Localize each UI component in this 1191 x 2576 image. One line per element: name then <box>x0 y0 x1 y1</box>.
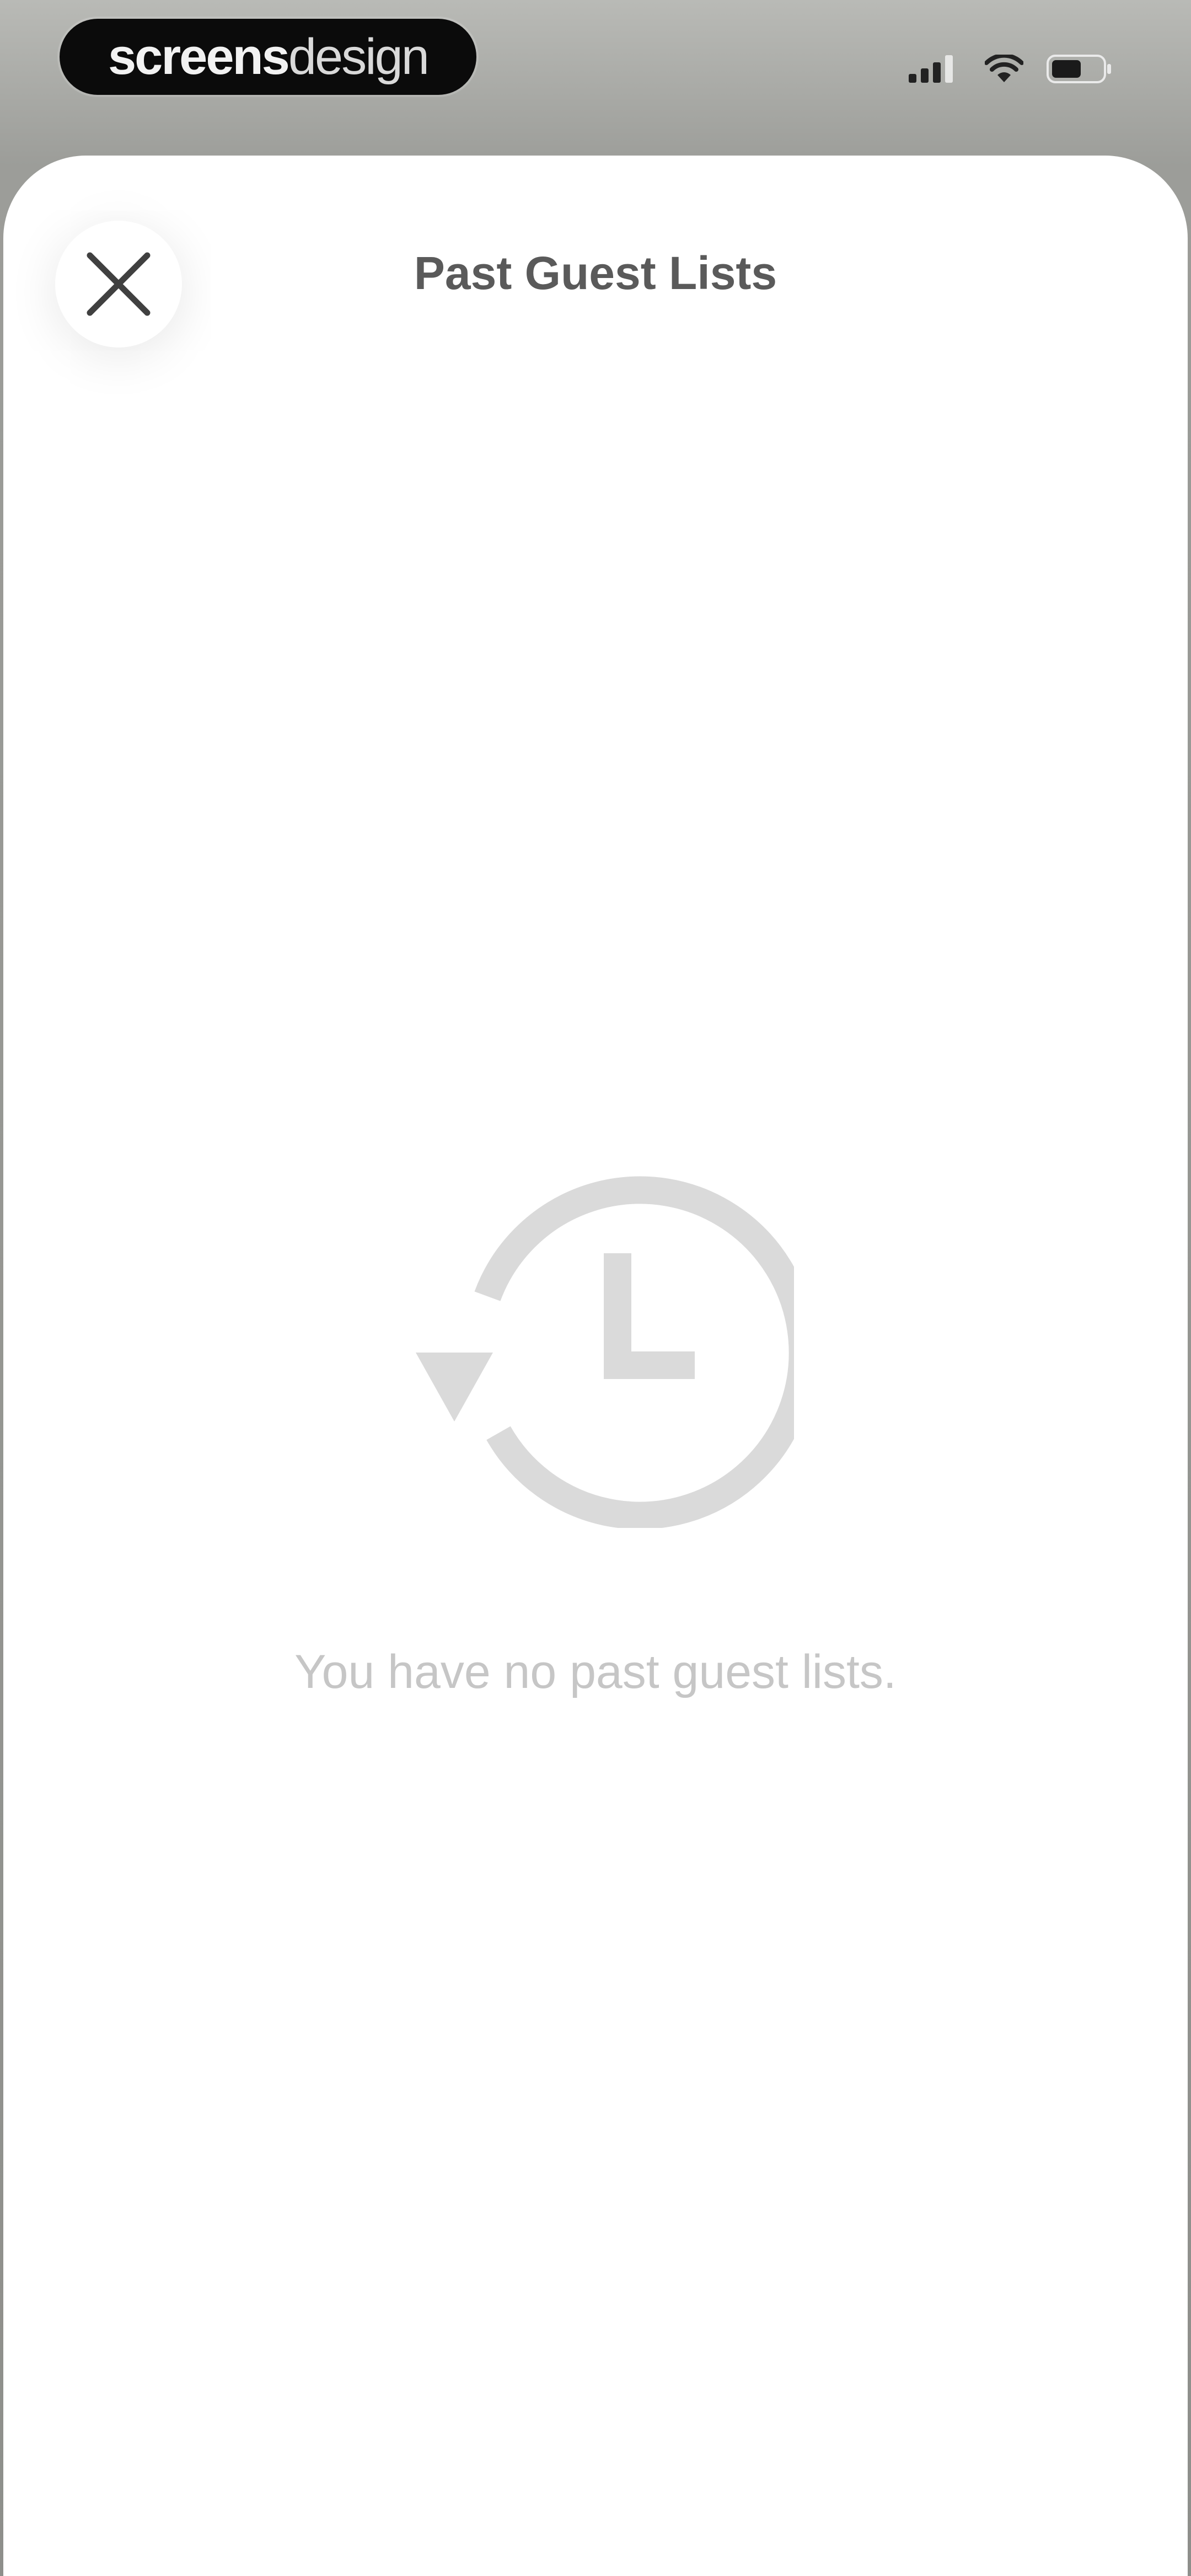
cellular-signal-icon <box>909 55 953 83</box>
status-icons <box>909 50 1114 88</box>
status-bar: screensdesign <box>0 0 1191 138</box>
brand-logo-light: design <box>288 29 430 85</box>
battery-icon <box>1047 55 1111 83</box>
brand-logo: screensdesign <box>108 29 430 85</box>
wifi-icon <box>985 55 1023 82</box>
history-clock-icon <box>416 1176 794 1528</box>
empty-state-message: You have no past guest lists. <box>294 1645 897 1698</box>
empty-state: You have no past guest lists. <box>0 1175 1191 1701</box>
brand-logo-strong: screens <box>108 29 290 85</box>
brand-badge: screensdesign <box>60 19 476 95</box>
page-title: Past Guest Lists <box>414 247 777 299</box>
